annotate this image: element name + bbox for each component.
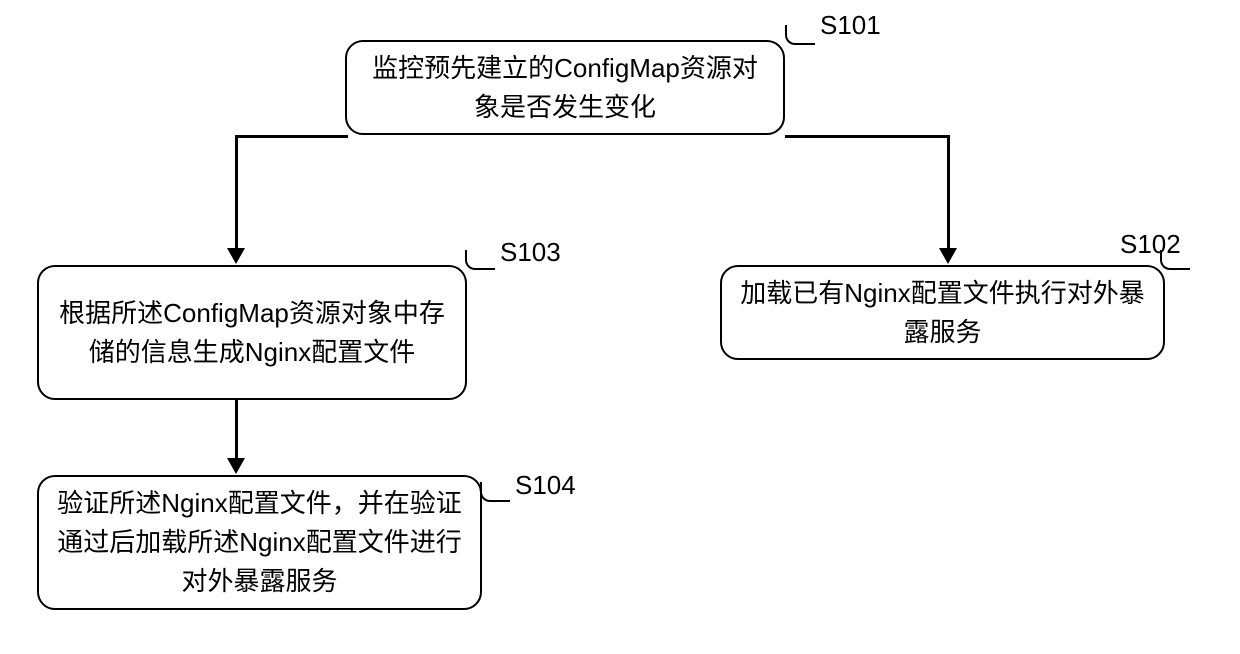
arrowhead-s102 (939, 248, 957, 264)
node-s103-text: 根据所述ConfigMap资源对象中存储的信息生成Nginx配置文件 (57, 294, 447, 372)
hook-s101 (785, 25, 815, 45)
node-s103: 根据所述ConfigMap资源对象中存储的信息生成Nginx配置文件 (37, 265, 467, 400)
arrow-s101-s102-v (947, 135, 950, 250)
label-s103: S103 (500, 237, 561, 268)
node-s102-text: 加载已有Nginx配置文件执行对外暴露服务 (740, 274, 1145, 352)
node-s101-text: 监控预先建立的ConfigMap资源对象是否发生变化 (365, 49, 765, 127)
arrowhead-s104 (227, 458, 245, 474)
arrow-s101-s102-h (785, 135, 950, 138)
arrow-s103-s104-v (235, 400, 238, 460)
arrowhead-s103 (227, 248, 245, 264)
hook-s103 (465, 250, 495, 270)
node-s101: 监控预先建立的ConfigMap资源对象是否发生变化 (345, 40, 785, 135)
label-s102: S102 (1120, 229, 1181, 260)
node-s104-text: 验证所述Nginx配置文件，并在验证通过后加载所述Nginx配置文件进行对外暴露… (57, 484, 462, 601)
flowchart-container: 监控预先建立的ConfigMap资源对象是否发生变化 S101 根据所述Conf… (0, 0, 1240, 654)
node-s102: 加载已有Nginx配置文件执行对外暴露服务 (720, 265, 1165, 360)
arrow-s101-s103-v (235, 135, 238, 250)
label-s104: S104 (515, 470, 576, 501)
label-s101: S101 (820, 10, 881, 41)
node-s104: 验证所述Nginx配置文件，并在验证通过后加载所述Nginx配置文件进行对外暴露… (37, 475, 482, 610)
hook-s104 (480, 482, 510, 502)
arrow-s101-s103-h (235, 135, 348, 138)
